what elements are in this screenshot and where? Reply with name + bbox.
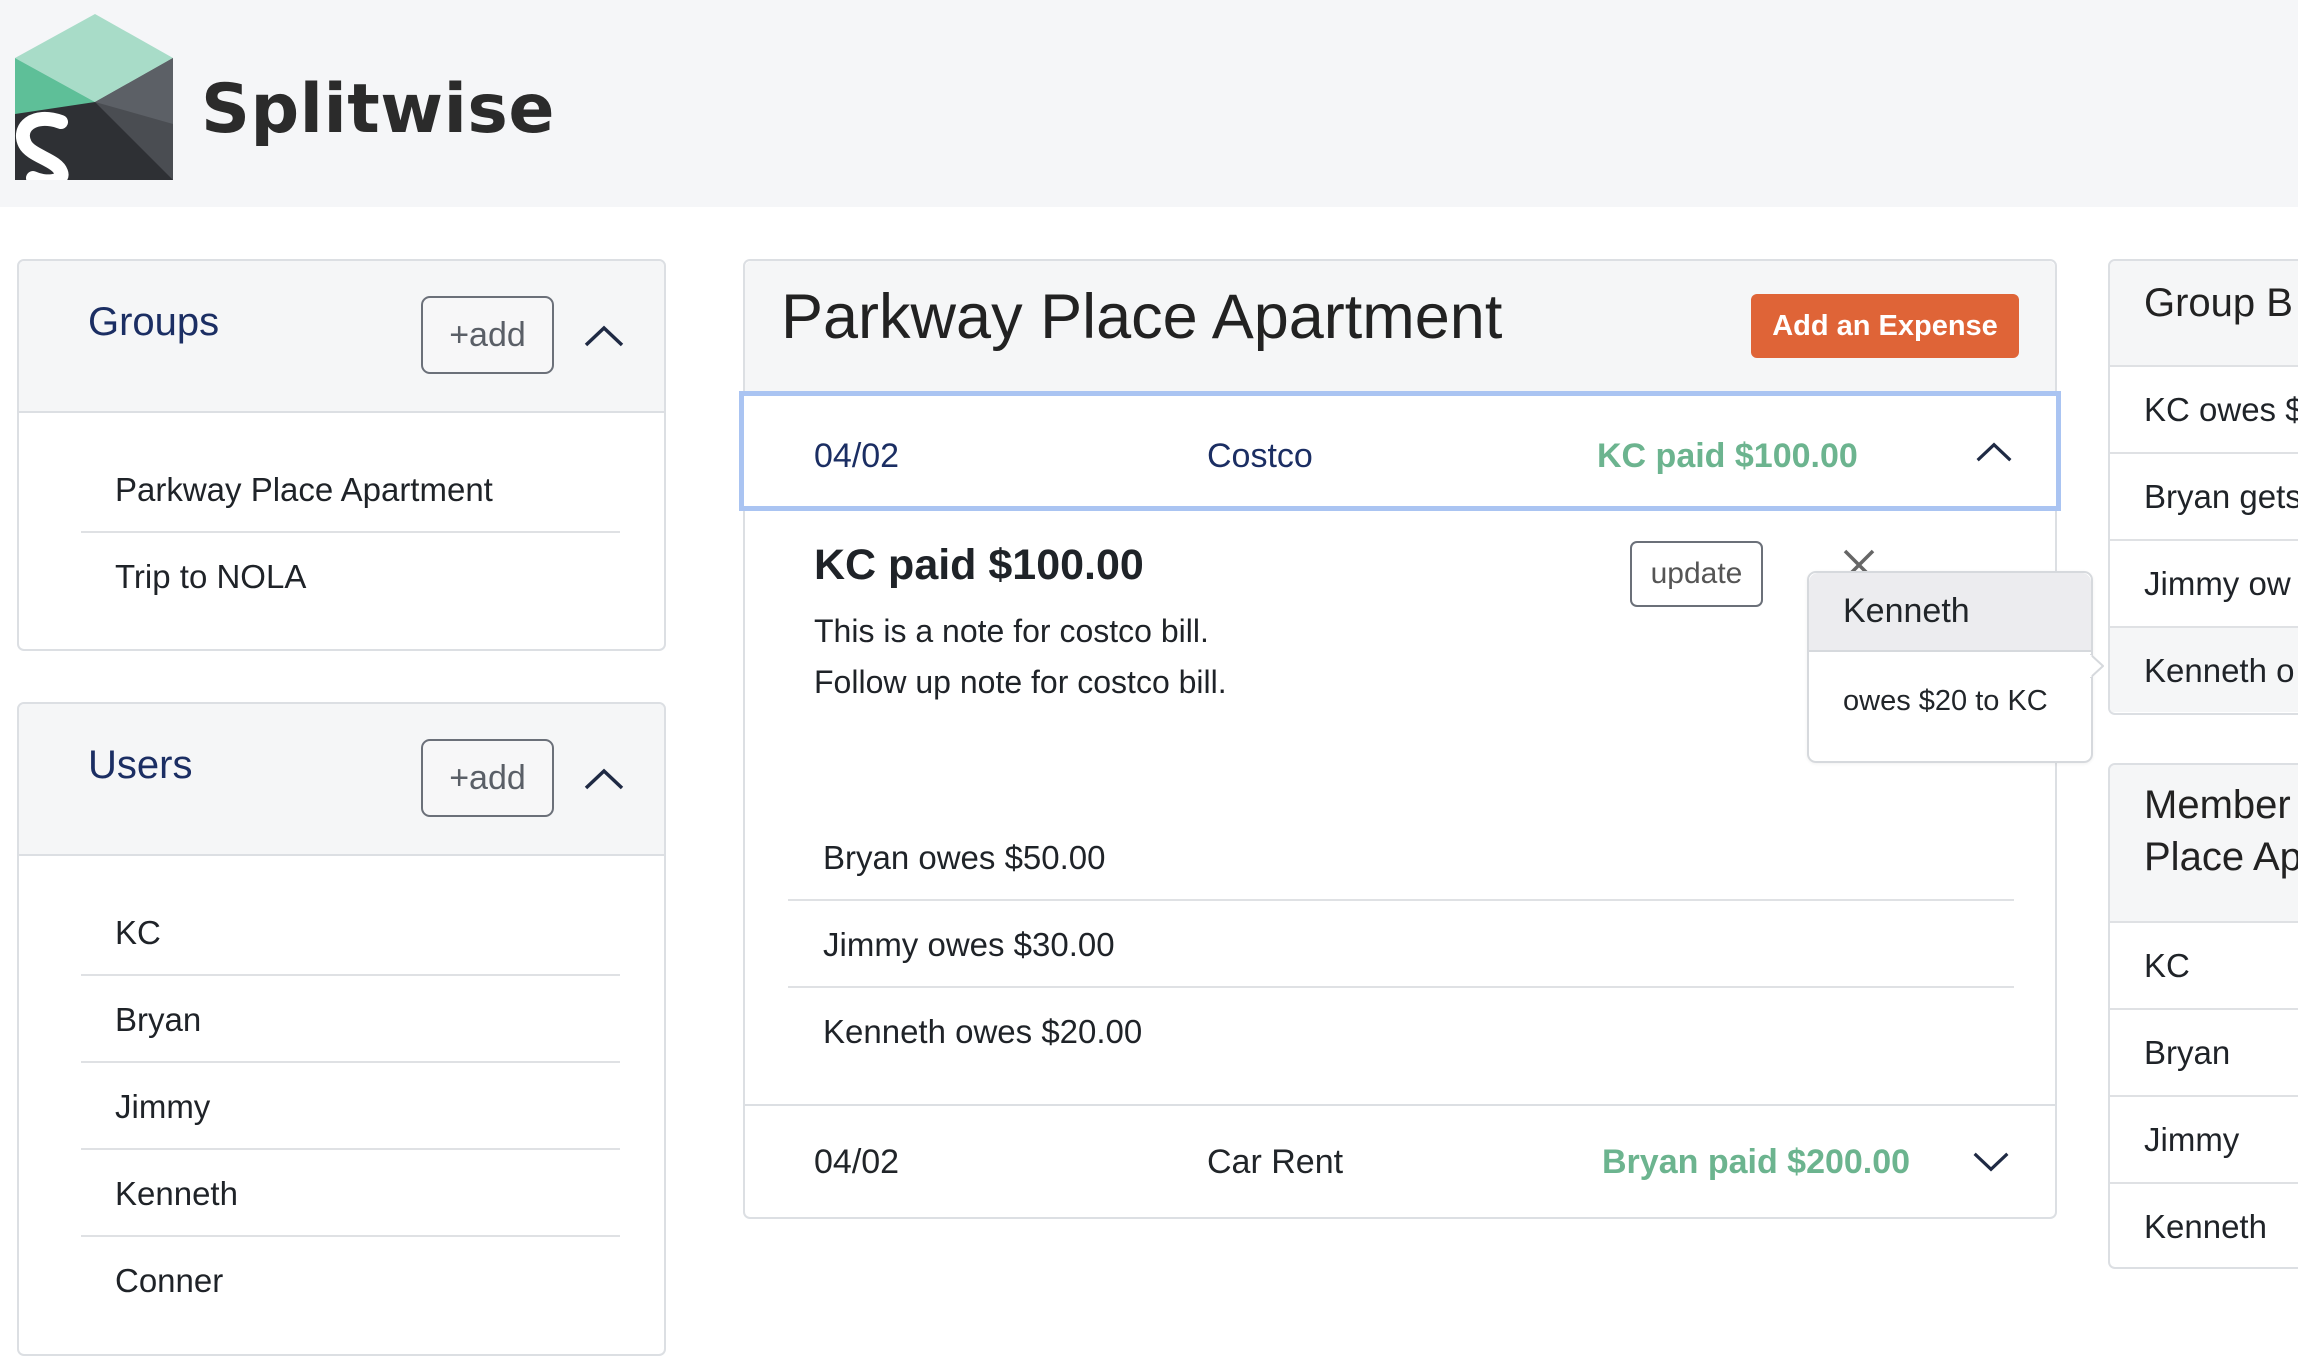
users-card-header: Users +add	[19, 704, 664, 856]
group-members-card: Member Place Ap KC Bryan Jimmy Kenneth	[2108, 763, 2298, 1269]
member-row: KC	[2110, 921, 2298, 1007]
splitwise-logo[interactable]	[15, 14, 175, 180]
chevron-up-icon[interactable]	[582, 766, 626, 792]
popover-arrow	[2090, 654, 2104, 678]
balance-row: KC owes $	[2110, 365, 2298, 451]
group-balances-title: Group B	[2144, 281, 2293, 325]
member-row: Jimmy	[2110, 1095, 2298, 1181]
expense-row-costco[interactable]: 04/02 Costco KC paid $100.00	[739, 391, 2061, 511]
popover-title: Kenneth	[1809, 573, 2091, 652]
group-title: Parkway Place Apartment	[781, 282, 1503, 352]
user-item-jimmy[interactable]: Jimmy	[81, 1064, 620, 1150]
owe-item-jimmy[interactable]: Jimmy owes $30.00	[788, 902, 2014, 988]
users-title: Users	[88, 743, 193, 787]
expense-date: 04/02	[814, 437, 900, 475]
user-popover: Kenneth owes $20 to KC	[1807, 571, 2093, 763]
groups-card-header: Groups +add	[19, 261, 664, 413]
expense-paid: KC paid $100.00	[1597, 437, 1858, 475]
member-row: Kenneth	[2110, 1182, 2298, 1267]
user-item-kenneth[interactable]: Kenneth	[81, 1151, 620, 1237]
popover-body: owes $20 to KC	[1843, 685, 2048, 717]
app-header: Splitwise	[0, 0, 2298, 207]
chevron-up-icon[interactable]	[1974, 440, 2014, 464]
group-members-title: Member	[2144, 783, 2291, 827]
owe-item-kenneth[interactable]: Kenneth owes $20.00	[788, 989, 2014, 1075]
user-item-conner[interactable]: Conner	[81, 1238, 620, 1324]
expense-note: This is a note for costco bill.	[814, 613, 1209, 649]
update-button[interactable]: update	[1630, 541, 1763, 607]
users-card: Users +add KC Bryan Jimmy Kenneth Conner	[17, 702, 666, 1356]
balance-row: Jimmy ow	[2110, 539, 2298, 625]
expense-description: Car Rent	[1207, 1143, 1344, 1181]
groups-card: Groups +add Parkway Place Apartment Trip…	[17, 259, 666, 651]
expense-description: Costco	[1207, 437, 1313, 475]
expense-note: Follow up note for costco bill.	[814, 664, 1227, 700]
expense-row-car-rent[interactable]: 04/02 Car Rent Bryan paid $200.00	[745, 1104, 2055, 1220]
expense-detail-title: KC paid $100.00	[814, 541, 1144, 589]
group-item-nola[interactable]: Trip to NOLA	[81, 534, 620, 620]
group-balances-header: Group B	[2110, 261, 2298, 365]
member-row: Bryan	[2110, 1008, 2298, 1094]
balance-row: Kenneth o	[2110, 626, 2298, 712]
owe-item-bryan[interactable]: Bryan owes $50.00	[788, 815, 2014, 901]
add-expense-button[interactable]: Add an Expense	[1751, 294, 2019, 358]
expense-paid: Bryan paid $200.00	[1602, 1143, 1911, 1181]
expense-date: 04/02	[814, 1143, 900, 1181]
balance-row: Bryan gets	[2110, 452, 2298, 538]
chevron-down-icon[interactable]	[1971, 1150, 2011, 1174]
groups-title: Groups	[88, 300, 220, 344]
group-members-title-line2: Place Ap	[2144, 835, 2298, 879]
group-expenses-header: Parkway Place Apartment Add an Expense	[745, 261, 2055, 393]
group-balances-card: Group B KC owes $ Bryan gets Jimmy ow Ke…	[2108, 259, 2298, 715]
group-item-parkway[interactable]: Parkway Place Apartment	[81, 447, 620, 533]
add-group-button[interactable]: +add	[421, 296, 554, 374]
user-item-bryan[interactable]: Bryan	[81, 977, 620, 1063]
group-members-header: Member Place Ap	[2110, 765, 2298, 921]
brand-name[interactable]: Splitwise	[201, 70, 555, 149]
user-item-kc[interactable]: KC	[81, 890, 620, 976]
chevron-up-icon[interactable]	[582, 323, 626, 349]
add-user-button[interactable]: +add	[421, 739, 554, 817]
